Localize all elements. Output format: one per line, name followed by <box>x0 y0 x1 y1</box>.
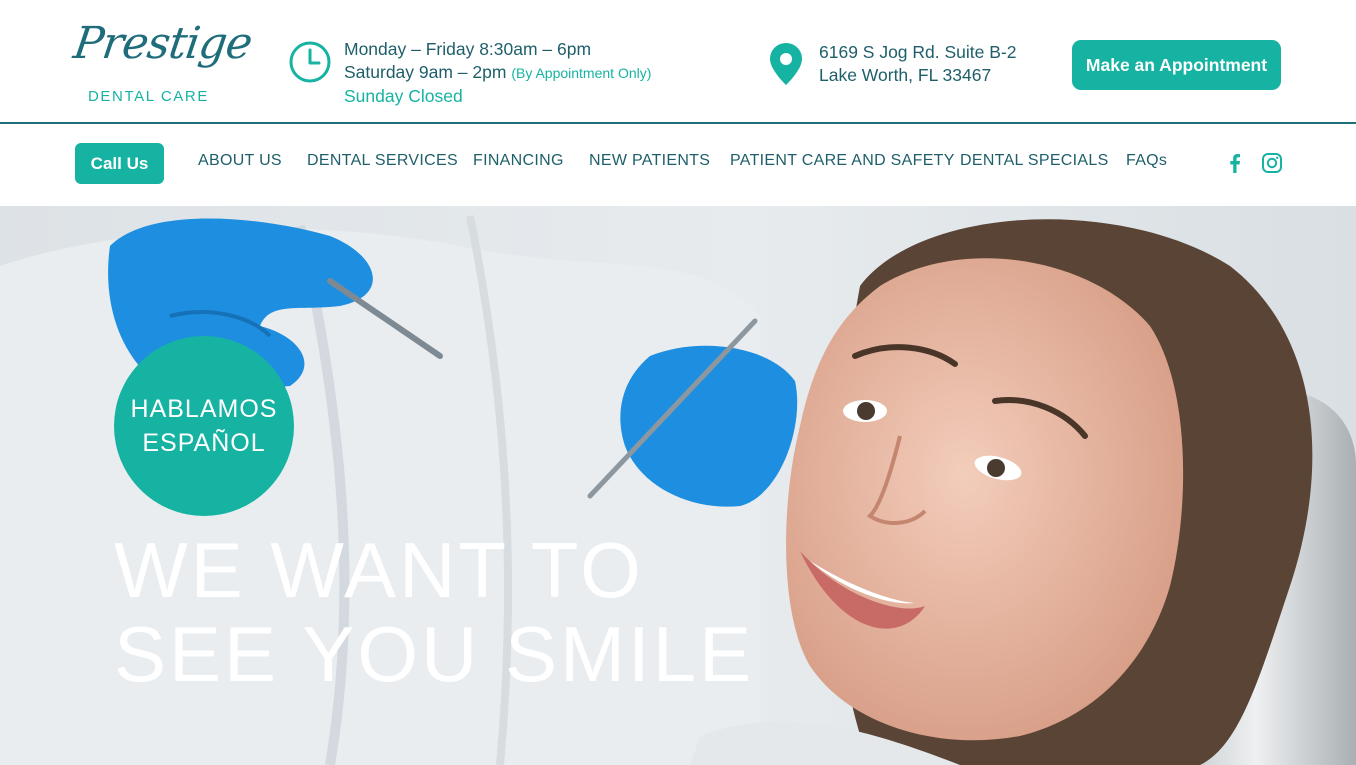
logo-subtitle: DENTAL CARE <box>88 88 209 105</box>
nav-item-new-patients[interactable]: NEW PATIENTS <box>589 152 710 170</box>
hours-sunday: Sunday Closed <box>344 86 463 106</box>
main-nav: Call Us ABOUT US DENTAL SERVICES FINANCI… <box>0 124 1356 206</box>
nav-item-dental-specials[interactable]: DENTAL SPECIALS <box>960 152 1109 170</box>
instagram-icon[interactable] <box>1261 152 1283 174</box>
hours-weekday: Monday – Friday 8:30am – 6pm <box>344 39 592 59</box>
logo[interactable]: Prestige DENTAL CARE <box>70 18 254 110</box>
hours-saturday-text: Saturday 9am – 2pm <box>344 62 507 82</box>
make-appointment-button[interactable]: Make an Appointment <box>1072 40 1281 90</box>
facebook-icon[interactable] <box>1224 152 1246 174</box>
badge-line1: HABLAMOS <box>130 395 278 423</box>
nav-item-faqs[interactable]: FAQs <box>1126 152 1167 170</box>
headline-line1: WE WANT TO <box>114 526 644 614</box>
hours-saturday: Saturday 9am – 2pm (By Appointment Only) <box>344 61 674 85</box>
site-header: Prestige DENTAL CARE Monday – Friday 8:3… <box>0 0 1356 122</box>
badge-line2: ESPAÑOL <box>142 429 266 457</box>
map-pin-icon <box>770 43 802 85</box>
address-street: 6169 S Jog Rd. Suite B-2 <box>819 42 1017 62</box>
nav-item-financing[interactable]: FINANCING <box>473 152 564 170</box>
address-city: Lake Worth, FL 33467 <box>819 65 992 85</box>
hero-banner: HABLAMOS ESPAÑOL WE WANT TO SEE YOU SMIL… <box>0 206 1356 765</box>
nav-item-about-us[interactable]: ABOUT US <box>198 152 282 170</box>
nav-item-dental-services[interactable]: DENTAL SERVICES <box>307 152 458 170</box>
logo-script: Prestige <box>70 18 255 69</box>
hero-headline: WE WANT TO SEE YOU SMILE <box>114 528 754 696</box>
spanish-badge: HABLAMOS ESPAÑOL <box>114 336 294 516</box>
call-us-button[interactable]: Call Us <box>75 143 164 184</box>
hours-saturday-note: (By Appointment Only) <box>511 65 652 81</box>
clock-icon <box>289 41 331 83</box>
headline-line2: SEE YOU SMILE <box>114 610 755 698</box>
nav-item-patient-care[interactable]: PATIENT CARE AND SAFETY <box>730 152 955 170</box>
